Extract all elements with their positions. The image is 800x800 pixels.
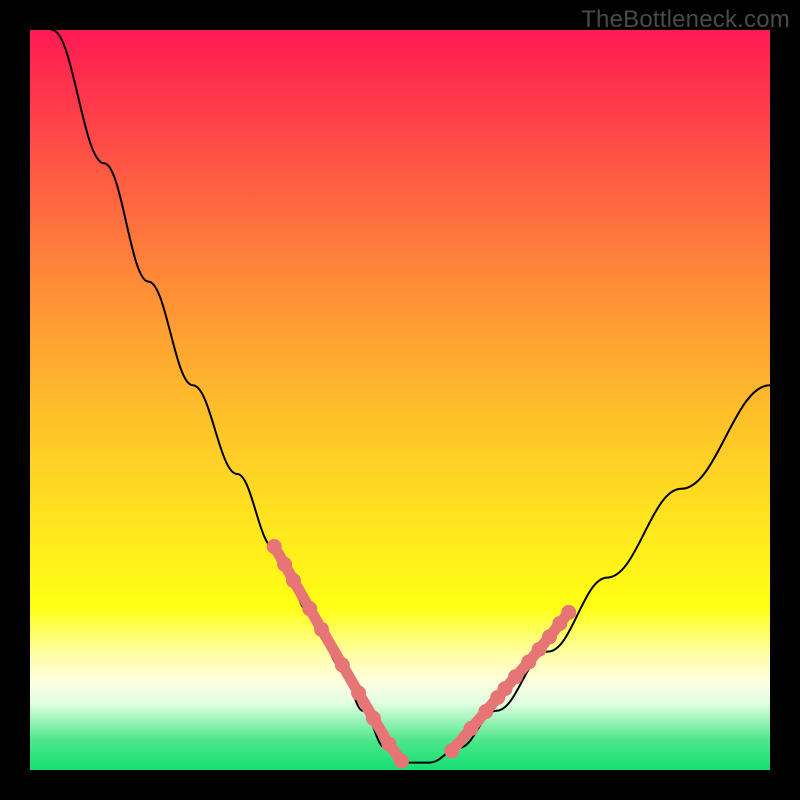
dot-marker (394, 754, 409, 769)
watermark-text: TheBottleneck.com (581, 6, 790, 34)
chart-svg (30, 30, 770, 770)
bottleneck-curve (52, 30, 770, 763)
chart-frame: TheBottleneck.com (0, 0, 800, 800)
chart-plot-area (30, 30, 770, 770)
dot-marker (561, 605, 576, 620)
curve-dots-right (444, 605, 576, 758)
curve-dots-left (267, 539, 409, 769)
